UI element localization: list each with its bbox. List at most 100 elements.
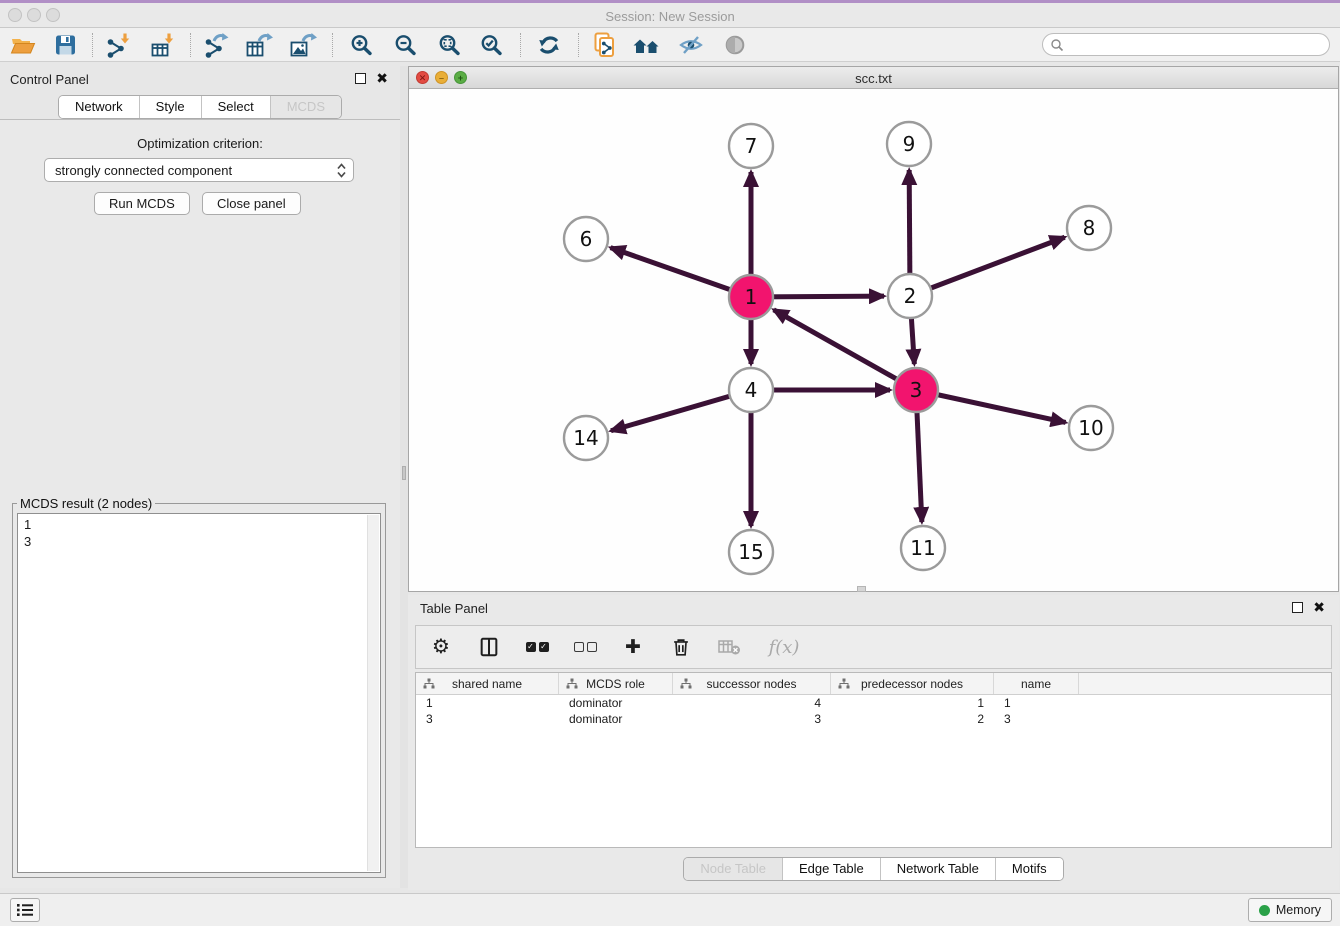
graph-node-9[interactable]: 9 [887,122,931,166]
column-header-label: MCDS role [586,677,645,691]
control-tab-select[interactable]: Select [201,96,270,118]
graph-edge-3-1[interactable] [774,310,916,390]
mcds-panel: Optimization criterion: strongly connect… [0,119,400,888]
memory-button[interactable]: Memory [1248,898,1332,922]
splitter-handle[interactable] [402,466,406,480]
hide-selected-icon[interactable] [676,30,706,60]
zoom-in-icon[interactable] [346,30,376,60]
graph-node-1[interactable]: 1 [729,275,773,319]
graph-node-10[interactable]: 10 [1069,406,1113,450]
export-image-icon[interactable] [288,30,318,60]
control-tab-mcds[interactable]: MCDS [270,96,341,118]
show-all-icon[interactable] [720,30,750,60]
close-panel-icon[interactable]: ✖ [376,73,388,84]
table-close-panel-icon[interactable]: ✖ [1313,602,1325,613]
run-mcds-button[interactable]: Run MCDS [94,192,190,215]
table-cell-name[interactable]: 1 [994,695,1079,711]
table-cell-name[interactable]: 3 [994,711,1079,727]
import-network-icon[interactable] [104,30,134,60]
search-input[interactable] [1064,35,1329,54]
column-header-predecessor-nodes[interactable]: predecessor nodes [831,673,994,694]
function-builder-icon: f(x) [764,634,804,660]
clone-network-icon[interactable] [590,30,620,60]
zoom-selected-icon[interactable] [476,30,506,60]
graph-node-11[interactable]: 11 [901,526,945,570]
table-cell-mcds-role[interactable]: dominator [559,695,673,711]
column-header-shared-name[interactable]: shared name [416,673,559,694]
control-panel-title: Control Panel [10,72,89,87]
graph-node-8[interactable]: 8 [1067,206,1111,250]
column-settings-gear-icon[interactable]: ⚙ [428,634,454,660]
svg-text:8: 8 [1083,216,1096,240]
network-window-titlebar: ✕ – + scc.txt [409,67,1338,89]
mcds-result-entry[interactable]: 3 [24,533,380,550]
graph-node-2[interactable]: 2 [888,274,932,318]
close-panel-button[interactable]: Close panel [202,192,301,215]
table-tab-edge-table[interactable]: Edge Table [782,858,880,880]
search-field[interactable] [1042,33,1330,56]
graph-node-15[interactable]: 15 [729,530,773,574]
column-type-icon [680,678,692,690]
table-cell-shared-name[interactable]: 3 [416,711,559,727]
table-cell-mcds-role[interactable]: dominator [559,711,673,727]
table-float-panel-icon[interactable] [1292,602,1303,613]
mcds-result-entry[interactable]: 1 [24,516,380,533]
memory-status-dot [1259,905,1270,916]
mcds-result-list[interactable]: 13 [17,513,381,873]
show-column-panel-icon[interactable] [476,634,502,660]
import-table-icon[interactable] [148,30,178,60]
table-cell-shared-name[interactable]: 1 [416,695,559,711]
open-session-icon[interactable] [8,30,38,60]
export-network-icon[interactable] [202,30,232,60]
table-row[interactable]: 1dominator411 [416,695,1331,711]
table-tab-motifs[interactable]: Motifs [995,858,1063,880]
table-cell-successor-nodes[interactable]: 4 [673,695,831,711]
result-scrollbar[interactable] [367,515,379,871]
canvas-resize-handle[interactable] [857,586,866,592]
svg-text:2: 2 [904,284,917,308]
table-cell-predecessor-nodes[interactable]: 2 [831,711,994,727]
graph-node-14[interactable]: 14 [564,416,608,460]
search-icon [1050,38,1064,52]
table-body: 1dominator4113dominator323 [416,695,1331,727]
first-neighbors-icon[interactable] [632,30,662,60]
delete-column-icon[interactable] [668,634,694,660]
table-row[interactable]: 3dominator323 [416,711,1331,727]
network-canvas[interactable]: 7 9 6 8 1 2 4 3 14 10 15 11 [409,89,1338,591]
svg-text:4: 4 [745,378,758,402]
window-title: Session: New Session [0,9,1340,24]
deselect-all-columns-icon[interactable] [572,634,598,660]
table-cell-successor-nodes[interactable]: 3 [673,711,831,727]
graph-edge-2-8[interactable] [910,237,1065,296]
graph-node-3[interactable]: 3 [894,368,938,412]
list-icon [17,903,33,917]
graph-node-4[interactable]: 4 [729,368,773,412]
window-titlebar: Session: New Session [0,3,1340,28]
svg-text:11: 11 [910,536,935,560]
save-session-icon[interactable] [50,30,80,60]
table-tab-network-table[interactable]: Network Table [880,858,995,880]
table-tab-node-table[interactable]: Node Table [684,858,782,880]
graph-node-7[interactable]: 7 [729,124,773,168]
zoom-fit-icon[interactable] [434,30,464,60]
column-header-mcds-role[interactable]: MCDS role [559,673,673,694]
add-column-icon[interactable]: ✚ [620,634,646,660]
table-toolbar: ⚙ ✓✓ ✚ f(x) [415,625,1332,669]
control-tab-network[interactable]: Network [59,96,139,118]
graph-node-6[interactable]: 6 [564,217,608,261]
column-type-icon [423,678,435,690]
task-history-button[interactable] [10,898,40,922]
column-header-name[interactable]: name [994,673,1079,694]
control-tab-style[interactable]: Style [139,96,201,118]
apply-layout-icon[interactable] [534,30,564,60]
float-panel-icon[interactable] [355,73,366,84]
optimization-criterion-dropdown[interactable]: strongly connected component [44,158,354,182]
column-header-successor-nodes[interactable]: successor nodes [673,673,831,694]
zoom-out-icon[interactable] [390,30,420,60]
table-cell-predecessor-nodes[interactable]: 1 [831,695,994,711]
dropdown-selected-value: strongly connected component [55,163,336,178]
select-all-columns-icon[interactable]: ✓✓ [524,634,550,660]
export-table-icon[interactable] [244,30,274,60]
svg-text:10: 10 [1078,416,1103,440]
table-panel-tabs: Node TableEdge TableNetwork TableMotifs [683,857,1063,881]
